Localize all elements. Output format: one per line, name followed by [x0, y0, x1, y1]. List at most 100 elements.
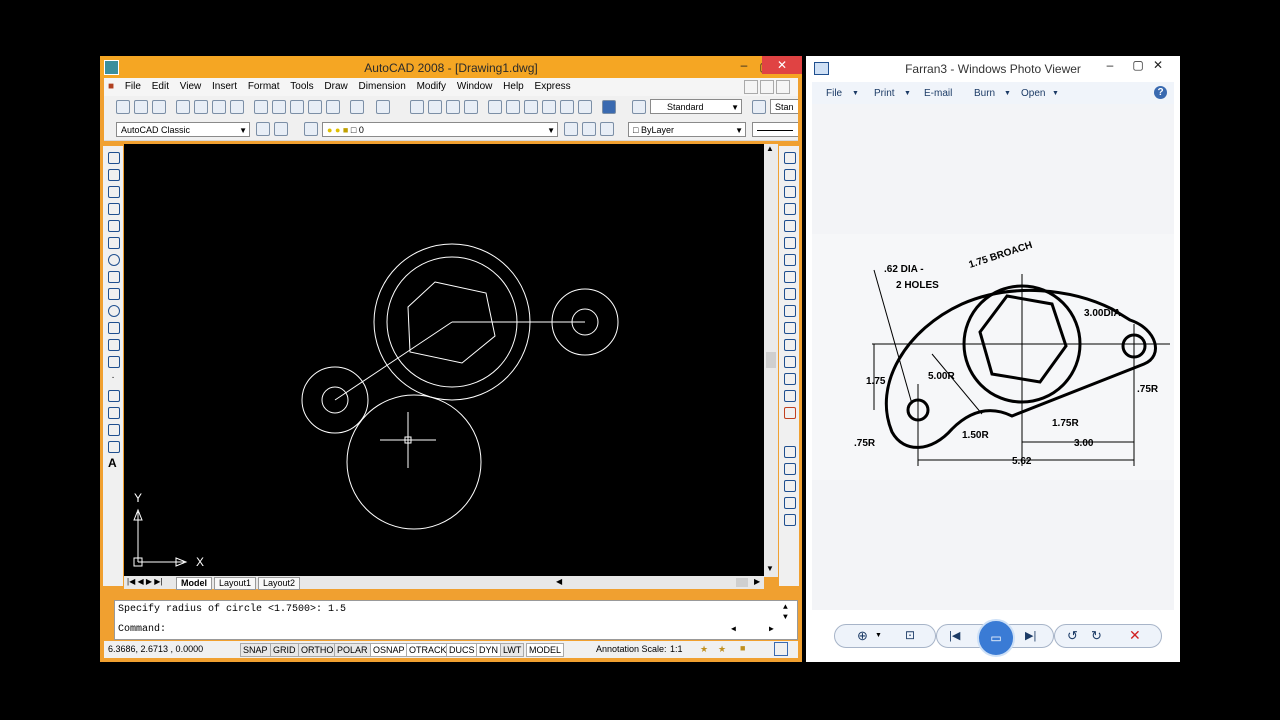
move-icon[interactable]: [784, 237, 796, 249]
lock-toolbar-icon[interactable]: ■: [740, 643, 745, 653]
model-space-canvas[interactable]: X Y: [124, 144, 764, 577]
help-icon[interactable]: [602, 100, 616, 114]
menu-dimension[interactable]: Dimension: [355, 78, 410, 92]
clean-screen-icon[interactable]: [774, 642, 788, 656]
lwt-toggle[interactable]: LWT: [500, 643, 525, 657]
grid-toggle[interactable]: GRID: [270, 643, 299, 657]
text-style-select[interactable]: Standard ▼: [650, 99, 742, 114]
draworder-above-icon[interactable]: [784, 497, 796, 509]
next-icon[interactable]: ▶|: [1025, 629, 1036, 642]
canvas-vertical-scrollbar[interactable]: ▲ ▼: [764, 144, 778, 577]
viewer-close-button[interactable]: ✕: [1144, 56, 1172, 74]
plot-icon[interactable]: [176, 100, 190, 114]
make-block-icon[interactable]: [108, 356, 120, 368]
annotation-scale-value[interactable]: 1:1: [670, 644, 683, 654]
actual-size-icon[interactable]: ⊡: [905, 628, 915, 642]
snap-toggle[interactable]: SNAP: [240, 643, 271, 657]
doc-minimize-button[interactable]: [744, 80, 758, 94]
point-icon[interactable]: ·: [108, 373, 118, 383]
construction-line-icon[interactable]: [108, 169, 120, 181]
scroll-down-arrow[interactable]: ▼: [766, 564, 774, 573]
doc-restore-button[interactable]: [760, 80, 774, 94]
draworder-back-icon[interactable]: [784, 480, 796, 492]
tab-layout2[interactable]: Layout2: [258, 577, 301, 590]
break-icon[interactable]: [784, 339, 796, 351]
scroll-thumb-vertical[interactable]: [766, 352, 776, 368]
region-icon[interactable]: [108, 424, 120, 436]
preview-icon[interactable]: [194, 100, 208, 114]
command-scroll-right[interactable]: ▶: [769, 624, 774, 634]
zoom-realtime-icon[interactable]: [428, 100, 442, 114]
linetype-select[interactable]: [752, 122, 798, 137]
match-properties-icon[interactable]: [308, 100, 322, 114]
menu-edit[interactable]: Edit: [148, 78, 173, 92]
ellipse-arc-icon[interactable]: [108, 322, 120, 334]
sheet-set-icon[interactable]: [542, 100, 556, 114]
fillet-icon[interactable]: [784, 390, 796, 402]
command-line[interactable]: Specify radius of circle <1.7500>: 1.5 C…: [114, 600, 798, 640]
command-scroll-left[interactable]: ◀: [731, 624, 736, 634]
multiline-text-icon[interactable]: A: [108, 457, 118, 469]
viewer-menu-file[interactable]: File: [826, 88, 842, 99]
tool-palettes-icon[interactable]: [524, 100, 538, 114]
model-toggle[interactable]: MODEL: [526, 643, 565, 657]
coordinate-readout[interactable]: 6.3686, 2.6713 , 0.0000: [108, 644, 203, 654]
otrack-toggle[interactable]: OTRACK: [406, 643, 450, 657]
layer-states-icon[interactable]: [600, 122, 614, 136]
rotate-icon[interactable]: [784, 254, 796, 266]
autocad-titlebar[interactable]: AutoCAD 2008 - [Drawing1.dwg] – ▢ ✕: [100, 56, 802, 78]
scale-icon[interactable]: [784, 271, 796, 283]
properties-icon[interactable]: [488, 100, 502, 114]
dim-style-icon[interactable]: [752, 100, 766, 114]
menu-icon[interactable]: ■: [104, 78, 118, 92]
gradient-icon[interactable]: [108, 407, 120, 419]
open-icon[interactable]: [134, 100, 148, 114]
horizontal-scroll-right[interactable]: ▶: [754, 577, 760, 586]
revision-cloud-icon[interactable]: [108, 271, 120, 283]
erase-icon[interactable]: [784, 152, 796, 164]
pan-icon[interactable]: [410, 100, 424, 114]
minimize-button[interactable]: –: [730, 56, 758, 74]
osnap-toggle[interactable]: OSNAP: [370, 643, 408, 657]
viewer-menu-burn[interactable]: Burn: [974, 88, 995, 99]
line-icon[interactable]: [108, 152, 120, 164]
command-scroll-down[interactable]: ▼: [783, 613, 788, 622]
ortho-toggle[interactable]: ORTHO: [298, 643, 337, 657]
workspace-toolbar-icon[interactable]: [274, 122, 288, 136]
tab-layout1[interactable]: Layout1: [214, 577, 257, 590]
menu-window[interactable]: Window: [453, 78, 497, 92]
markup-icon[interactable]: [560, 100, 574, 114]
copy-object-icon[interactable]: [784, 169, 796, 181]
hatch-icon[interactable]: [108, 390, 120, 402]
scroll-up-arrow[interactable]: ▲: [766, 144, 774, 153]
slideshow-button[interactable]: ▭: [977, 619, 1015, 657]
menu-help[interactable]: Help: [499, 78, 528, 92]
menu-express[interactable]: Express: [531, 78, 575, 92]
copy-icon[interactable]: [272, 100, 286, 114]
viewer-menu-email[interactable]: E-mail: [924, 88, 952, 99]
zoom-dropdown-arrow[interactable]: ▼: [875, 632, 882, 639]
menu-format[interactable]: Format: [244, 78, 284, 92]
array-icon[interactable]: [784, 220, 796, 232]
horizontal-scroll-left[interactable]: ◀: [556, 577, 562, 586]
workspace-select[interactable]: AutoCAD Classic ▼: [116, 122, 250, 137]
cut-icon[interactable]: [254, 100, 268, 114]
paste-icon[interactable]: [290, 100, 304, 114]
join-icon[interactable]: [784, 356, 796, 368]
menu-tools[interactable]: Tools: [286, 78, 317, 92]
polyline-icon[interactable]: [108, 186, 120, 198]
zoom-previous-icon[interactable]: [464, 100, 478, 114]
viewer-menu-open[interactable]: Open: [1021, 88, 1045, 99]
redo-icon[interactable]: [376, 100, 390, 114]
doc-close-button[interactable]: [776, 80, 790, 94]
publish-icon[interactable]: [212, 100, 226, 114]
mirror-icon[interactable]: [784, 186, 796, 198]
draworder-icon[interactable]: [784, 446, 796, 458]
calculator-icon[interactable]: [578, 100, 592, 114]
make-current-layer-icon[interactable]: [564, 122, 578, 136]
stretch-icon[interactable]: [784, 288, 796, 300]
design-center-icon[interactable]: [506, 100, 520, 114]
rotate-cw-icon[interactable]: ↻: [1091, 628, 1102, 644]
dyn-toggle[interactable]: DYN: [476, 643, 502, 657]
insert-block-icon[interactable]: [108, 339, 120, 351]
